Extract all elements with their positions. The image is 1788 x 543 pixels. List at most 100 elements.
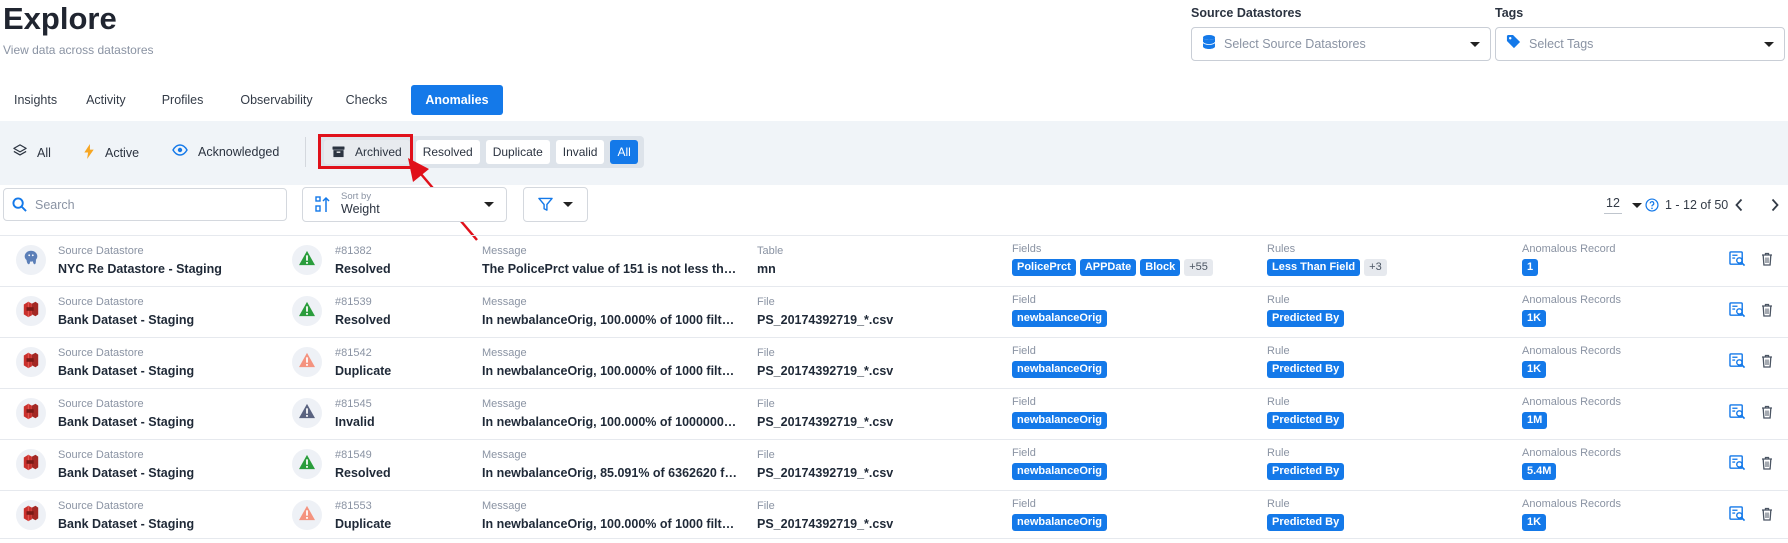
page-size-select[interactable]: 12 (1604, 195, 1642, 215)
rule-chip[interactable]: Predicted By (1267, 463, 1345, 480)
records-label: Anomalous Records (1522, 447, 1622, 459)
source-cell: Source Datastore Bank Dataset - Staging (58, 347, 194, 379)
tab-checks[interactable]: Checks (331, 85, 412, 115)
anomaly-id[interactable]: #81545 (335, 398, 375, 411)
funnel-icon (538, 197, 553, 212)
fields-chips: newbalanceOrig (1012, 514, 1111, 531)
status-avatar (292, 347, 322, 377)
trash-icon[interactable] (1761, 354, 1773, 373)
inspect-icon[interactable] (1729, 251, 1746, 272)
source-avatar (16, 296, 46, 326)
anomaly-id[interactable]: #81553 (335, 500, 391, 513)
rule-chip[interactable]: Predicted By (1267, 361, 1345, 378)
table-label: File (757, 296, 775, 308)
rules-label: Rule (1267, 447, 1290, 459)
inspect-icon[interactable] (1729, 506, 1746, 527)
rule-chip[interactable]: Predicted By (1267, 514, 1345, 531)
archived-all-filter-button[interactable]: All (610, 140, 638, 164)
chevron-right-icon[interactable] (1770, 198, 1780, 217)
rule-chip[interactable]: Less Than Field (1267, 259, 1361, 276)
tab-profiles[interactable]: Profiles (146, 85, 225, 115)
field-chip[interactable]: PolicePrct (1012, 259, 1076, 276)
field-chip[interactable]: Block (1140, 259, 1181, 276)
anomaly-status: Resolved (335, 262, 391, 276)
warning-green-icon (298, 301, 316, 322)
inspect-icon[interactable] (1729, 455, 1746, 476)
source-name[interactable]: Bank Dataset - Staging (58, 414, 194, 430)
table-row[interactable]: Source Datastore Bank Dataset - Staging #8… (0, 490, 1788, 539)
field-chip[interactable]: newbalanceOrig (1012, 310, 1107, 327)
field-chip[interactable]: newbalanceOrig (1012, 412, 1107, 429)
tab-anomalies[interactable]: Anomalies (411, 85, 503, 115)
inspect-icon[interactable] (1729, 404, 1746, 425)
search-input[interactable]: Search (3, 188, 287, 221)
source-name[interactable]: NYC Re Datastore - Staging (58, 261, 222, 277)
field-chip[interactable]: newbalanceOrig (1012, 463, 1107, 480)
status-active-filter[interactable]: Active (83, 144, 139, 162)
source-name[interactable]: Bank Dataset - Staging (58, 465, 194, 481)
trash-icon[interactable] (1761, 456, 1773, 475)
chevron-left-icon[interactable] (1734, 198, 1744, 217)
source-name[interactable]: Bank Dataset - Staging (58, 363, 194, 379)
pagination-range: 1 - 12 of 50 (1665, 198, 1729, 212)
source-avatar (16, 398, 46, 428)
rule-chip[interactable]: Predicted By (1267, 412, 1345, 429)
status-all-filter[interactable]: All (13, 144, 51, 161)
field-chip[interactable]: newbalanceOrig (1012, 361, 1107, 378)
duplicate-filter-button[interactable]: Duplicate (485, 140, 550, 164)
bank-dataset-icon (22, 402, 40, 425)
trash-icon[interactable] (1761, 303, 1773, 322)
fields-more-badge[interactable]: +55 (1184, 259, 1213, 276)
anomaly-id[interactable]: #81539 (335, 296, 391, 309)
anomaly-id[interactable]: #81542 (335, 347, 391, 360)
status-cell: #81382 Resolved (335, 245, 391, 277)
sort-select[interactable]: Sort by Weight (302, 187, 507, 222)
sort-icon (315, 195, 331, 214)
table-row[interactable]: Source Datastore Bank Dataset - Staging #8… (0, 286, 1788, 335)
message-text: In newbalanceOrig, 100.000% of 1000 filt… (482, 364, 738, 378)
trash-icon[interactable] (1761, 252, 1773, 271)
tab-observability[interactable]: Observability (224, 85, 330, 115)
source-datastores-select[interactable]: Select Source Datastores (1191, 27, 1491, 61)
status-acknowledged-filter[interactable]: Acknowledged (172, 144, 279, 159)
inspect-icon[interactable] (1729, 353, 1746, 374)
anomaly-id[interactable]: #81382 (335, 245, 391, 258)
field-chip[interactable]: newbalanceOrig (1012, 514, 1107, 531)
invalid-filter-button[interactable]: Invalid (555, 140, 605, 164)
rules-label: Rule (1267, 498, 1290, 510)
source-avatar (16, 347, 46, 377)
status-all-label: All (37, 145, 51, 160)
field-chip[interactable]: APPDate (1079, 259, 1137, 276)
warning-green-icon (298, 454, 316, 475)
table-row[interactable]: Source Datastore NYC Re Datastore - Stagi… (0, 235, 1788, 284)
inspect-icon[interactable] (1729, 302, 1746, 323)
help-circle-icon[interactable] (1645, 198, 1659, 212)
rules-more-badge[interactable]: +3 (1364, 259, 1387, 276)
fields-label: Field (1012, 345, 1036, 357)
status-avatar (292, 449, 322, 479)
table-name: PS_20174392719_*.csv (757, 415, 894, 429)
status-cell: #81553 Duplicate (335, 500, 391, 532)
tab-insights[interactable]: Insights (0, 85, 71, 115)
table-row[interactable]: Source Datastore Bank Dataset - Staging #8… (0, 439, 1788, 488)
anomaly-id[interactable]: #81549 (335, 449, 391, 462)
page-subtitle: View data across datastores (3, 43, 154, 57)
trash-icon[interactable] (1761, 405, 1773, 424)
records-chips: 5.4M (1522, 463, 1621, 480)
table-row[interactable]: Source Datastore Bank Dataset - Staging #8… (0, 337, 1788, 386)
table-name: PS_20174392719_*.csv (757, 313, 894, 327)
source-name[interactable]: Bank Dataset - Staging (58, 516, 194, 532)
rule-chip[interactable]: Predicted By (1267, 310, 1345, 327)
bank-dataset-icon (22, 504, 40, 527)
message-cell: Message The PolicePrct value of 151 is no… (482, 245, 738, 277)
table-row[interactable]: Source Datastore Bank Dataset - Staging #8… (0, 388, 1788, 437)
source-name[interactable]: Bank Dataset - Staging (58, 312, 194, 328)
filter-button[interactable] (523, 187, 588, 222)
chevron-down-icon (1470, 41, 1480, 47)
tab-activity[interactable]: Activity (71, 85, 146, 115)
tags-select[interactable]: Select Tags (1495, 27, 1785, 61)
source-avatar (16, 449, 46, 479)
trash-icon[interactable] (1761, 507, 1773, 526)
rules-label: Rules (1267, 243, 1296, 255)
source-label: Source Datastore (58, 296, 144, 308)
